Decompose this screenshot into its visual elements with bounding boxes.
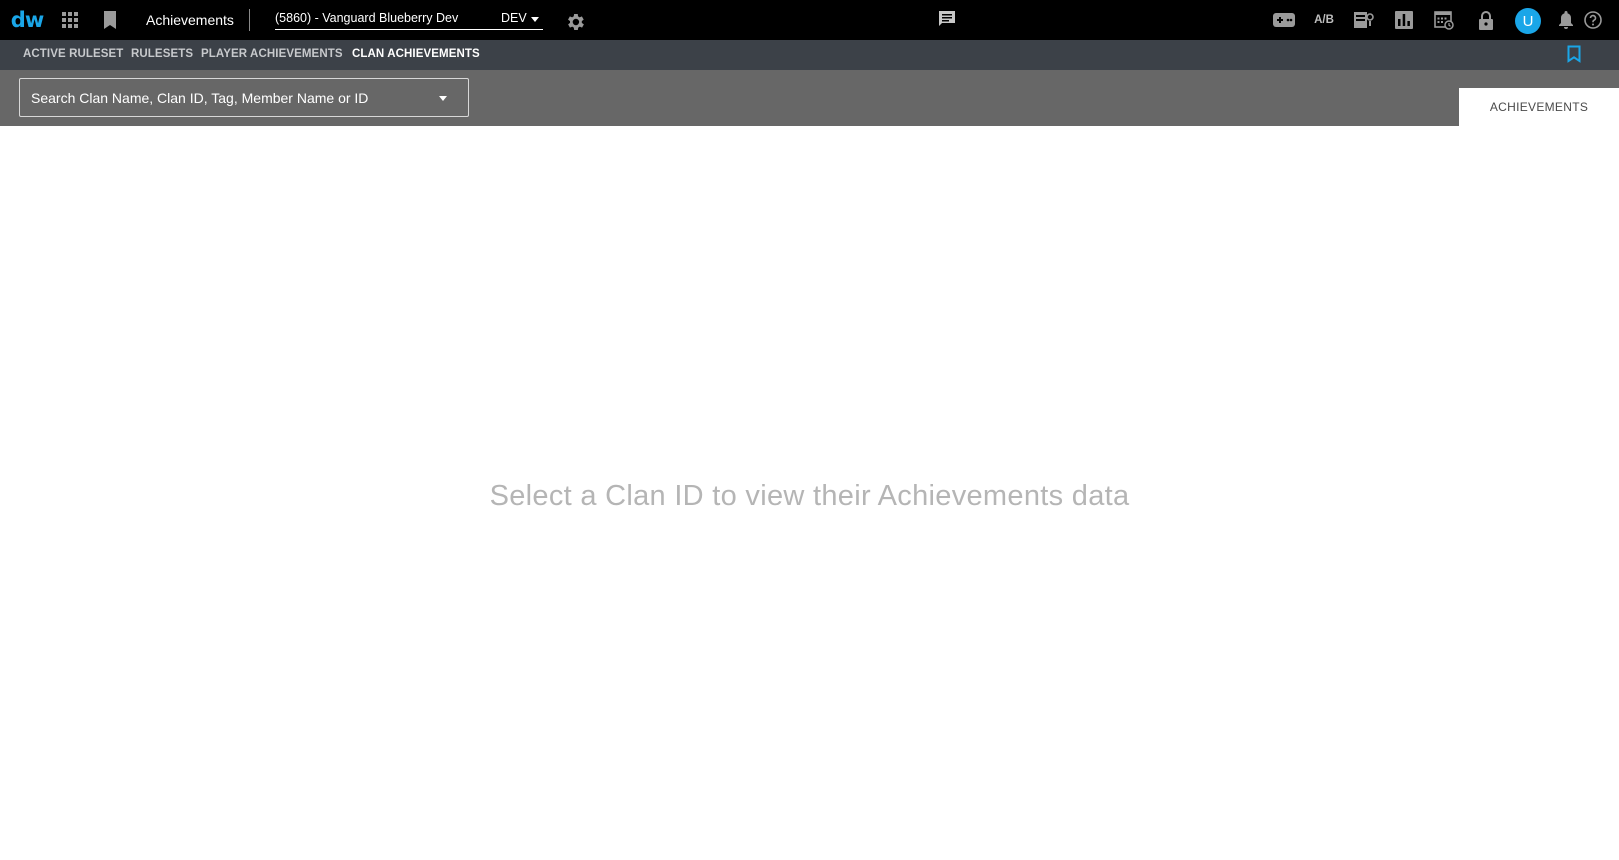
header-divider (249, 9, 250, 31)
sub-navigation: ACTIVE RULESET RULESETS PLAYER ACHIEVEME… (0, 40, 1619, 70)
apps-grid-icon[interactable] (60, 10, 80, 30)
chat-icon[interactable] (937, 9, 957, 29)
tab-clan-achievements[interactable]: CLAN ACHIEVEMENTS (352, 48, 480, 60)
tab-active-ruleset[interactable]: ACTIVE RULESET (23, 48, 123, 60)
bookmark-outline-icon[interactable] (1567, 45, 1587, 65)
game-selector[interactable]: (5860) - Vanguard Blueberry Dev DEV (275, 8, 543, 30)
search-placeholder: Search Clan Name, Clan ID, Tag, Member N… (31, 90, 369, 106)
bar-chart-icon[interactable] (1393, 9, 1415, 31)
app-title: Achievements (146, 12, 234, 28)
avatar[interactable]: U (1515, 8, 1541, 34)
empty-state-message: Select a Clan ID to view their Achieveme… (489, 480, 1130, 512)
calendar-clock-icon[interactable] (1433, 9, 1455, 31)
tab-rulesets[interactable]: RULESETS (131, 48, 193, 60)
clan-search-input[interactable]: Search Clan Name, Clan ID, Tag, Member N… (19, 78, 469, 117)
tab-achievements[interactable]: ACHIEVEMENTS (1459, 88, 1619, 126)
game-name: (5860) - Vanguard Blueberry Dev (275, 11, 459, 25)
bell-icon[interactable] (1555, 9, 1577, 31)
chevron-down-icon (531, 17, 539, 22)
gamepad-icon[interactable] (1273, 9, 1295, 31)
chevron-down-icon[interactable] (439, 96, 447, 101)
badge-icon[interactable] (1353, 9, 1375, 31)
bookmark-icon[interactable] (100, 10, 120, 30)
environment-label: DEV (501, 11, 527, 25)
ab-test-icon[interactable]: A/B (1313, 9, 1335, 31)
top-app-bar: dw Achievements (5860) - Vanguard Bluebe… (0, 0, 1619, 40)
tab-player-achievements[interactable]: PLAYER ACHIEVEMENTS (201, 48, 343, 60)
filter-bar: Search Clan Name, Clan ID, Tag, Member N… (0, 70, 1619, 126)
help-icon[interactable] (1582, 9, 1604, 31)
lock-icon[interactable] (1475, 9, 1497, 31)
dw-logo[interactable]: dw (11, 8, 44, 32)
gear-icon[interactable] (564, 11, 586, 33)
